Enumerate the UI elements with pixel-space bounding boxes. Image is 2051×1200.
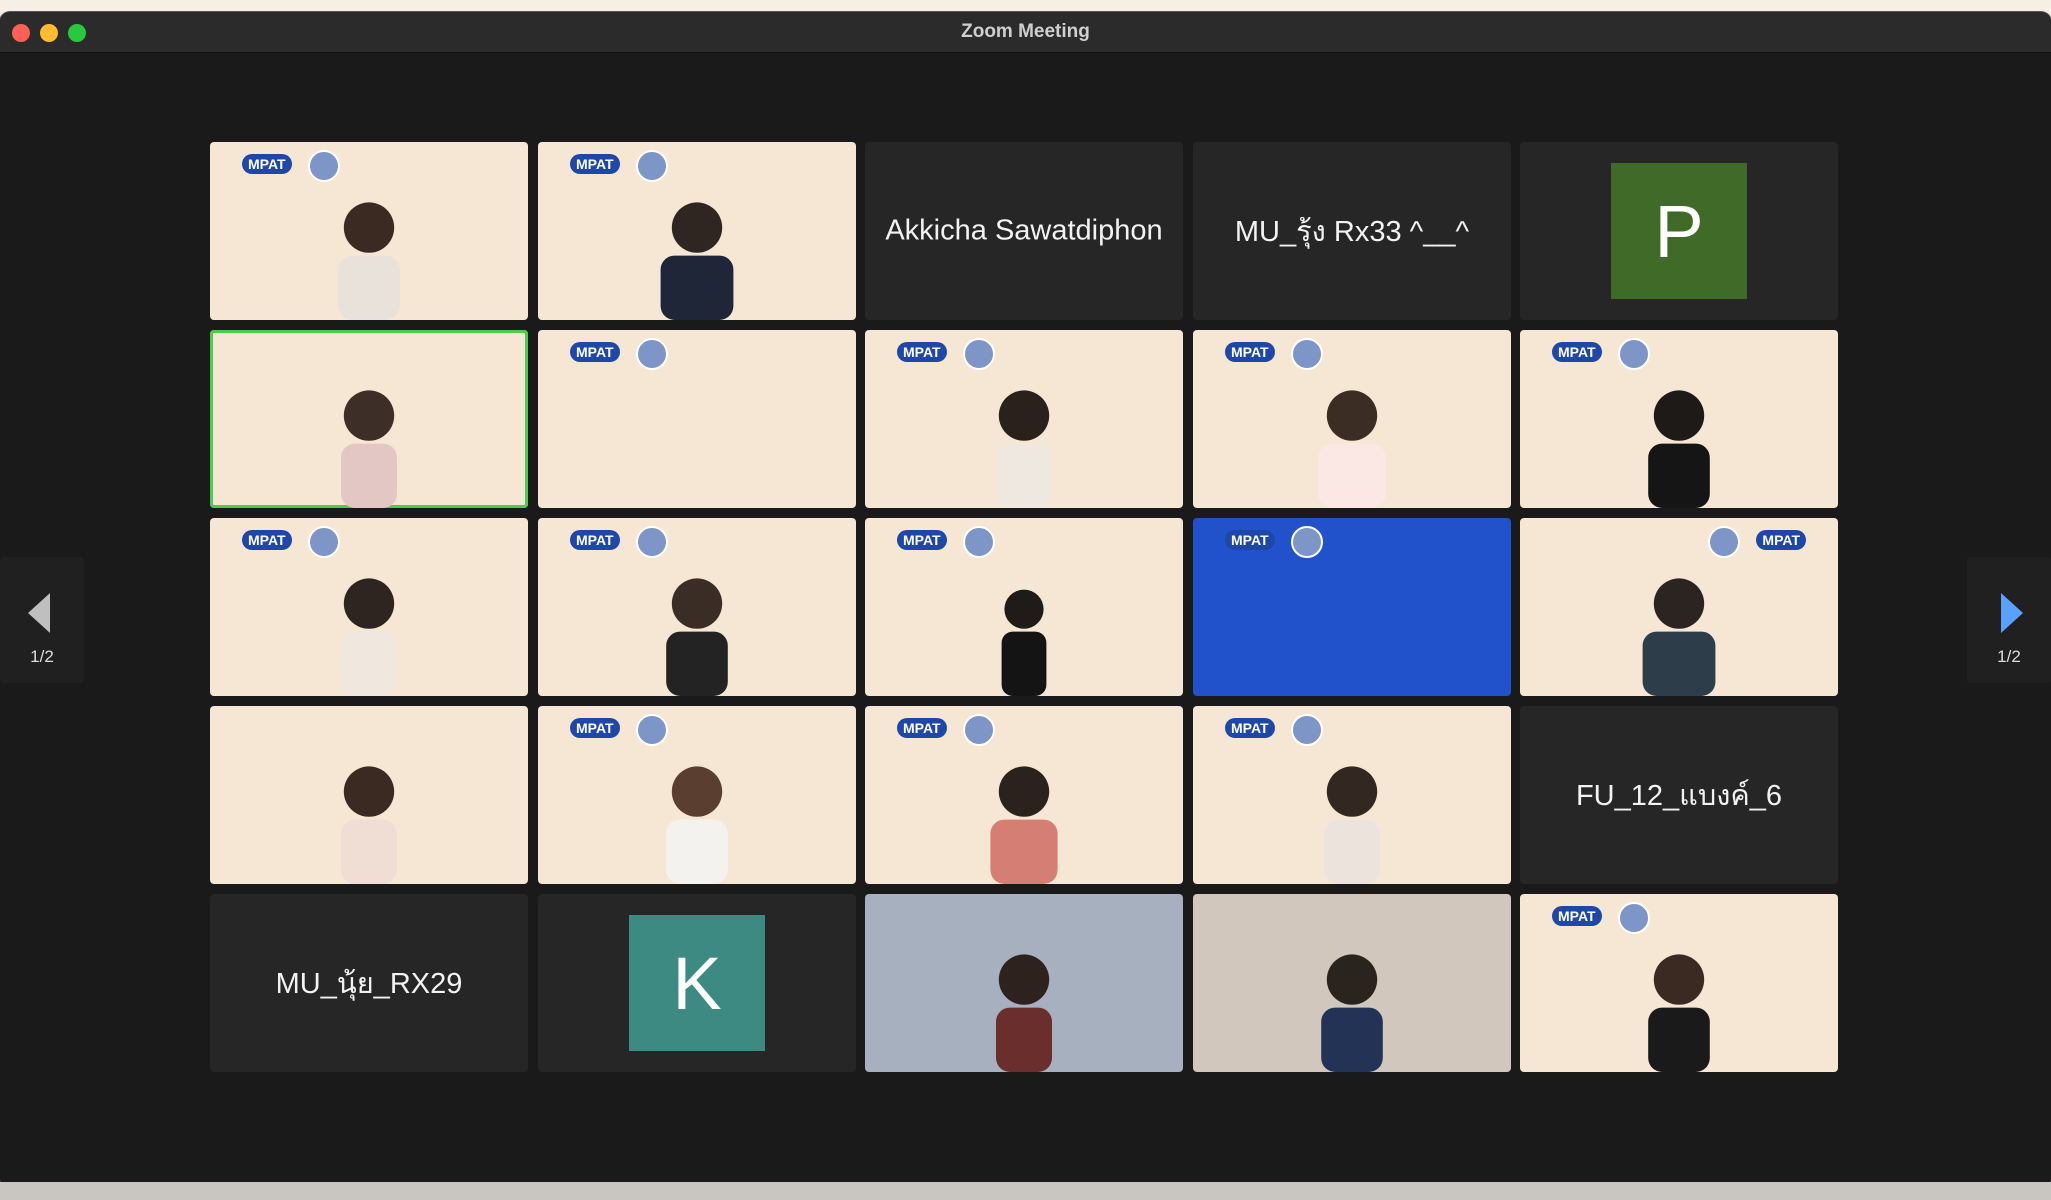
university-seal-icon xyxy=(308,526,340,558)
participant-video xyxy=(1001,589,1047,696)
university-seal-icon xyxy=(1708,526,1740,558)
participant-tile-10[interactable]: MPAT xyxy=(1520,330,1838,508)
zoom-window: Zoom Meeting 1/2 1/2 MPAT MPAT Akkicha S… xyxy=(0,12,2051,1188)
participant-name: Akkicha Sawatdiphon xyxy=(885,214,1163,247)
university-seal-icon xyxy=(1291,338,1323,370)
chevron-left-icon xyxy=(28,593,50,633)
participant-tile-14[interactable]: MPAT xyxy=(1193,518,1511,696)
participant-video xyxy=(666,766,728,884)
mpat-logo: MPAT xyxy=(570,718,620,738)
participant-video xyxy=(996,390,1052,508)
participant-tile-19[interactable]: MPAT xyxy=(1193,706,1511,884)
participant-tile-21[interactable]: MU_นุ้ย_RX29 xyxy=(210,894,528,1072)
participant-avatar: P xyxy=(1611,163,1747,299)
mpat-logo: MPAT xyxy=(242,154,292,174)
participant-video xyxy=(1321,954,1383,1072)
university-seal-icon xyxy=(1618,338,1650,370)
university-seal-icon xyxy=(963,714,995,746)
participant-tile-5[interactable]: P xyxy=(1520,142,1838,320)
participant-video xyxy=(1648,954,1710,1072)
participant-tile-17[interactable]: MPAT xyxy=(538,706,856,884)
participant-tile-20[interactable]: FU_12_แบงค์_6 xyxy=(1520,706,1838,884)
participant-tile-6[interactable] xyxy=(210,330,528,508)
participant-tile-1[interactable]: MPAT xyxy=(210,142,528,320)
participant-video xyxy=(666,578,728,696)
participant-tile-3[interactable]: Akkicha Sawatdiphon xyxy=(865,142,1183,320)
participant-tile-8[interactable]: MPAT xyxy=(865,330,1183,508)
mpat-logo: MPAT xyxy=(570,530,620,550)
mpat-logo: MPAT xyxy=(1225,530,1275,550)
participant-tile-25[interactable]: MPAT xyxy=(1520,894,1838,1072)
desktop-background-strip xyxy=(0,1182,2051,1200)
university-seal-icon xyxy=(636,150,668,182)
participant-tile-22[interactable]: K xyxy=(538,894,856,1072)
university-seal-icon xyxy=(636,338,668,370)
next-page-button[interactable]: 1/2 xyxy=(1967,557,2051,683)
mpat-logo: MPAT xyxy=(242,530,292,550)
mpat-logo: MPAT xyxy=(1552,906,1602,926)
participant-video xyxy=(1648,390,1710,508)
mpat-logo: MPAT xyxy=(570,342,620,362)
participant-tile-13[interactable]: MPAT xyxy=(865,518,1183,696)
university-seal-icon xyxy=(1291,714,1323,746)
mpat-logo: MPAT xyxy=(897,530,947,550)
page-indicator-right: 1/2 xyxy=(1997,647,2021,666)
participant-avatar: K xyxy=(629,915,765,1051)
participant-video xyxy=(1324,766,1380,884)
participant-tile-7[interactable]: MPAT xyxy=(538,330,856,508)
mpat-logo: MPAT xyxy=(1756,530,1806,550)
participant-tile-18[interactable]: MPAT xyxy=(865,706,1183,884)
mpat-logo: MPAT xyxy=(1225,718,1275,738)
chevron-right-icon xyxy=(2001,593,2023,633)
participant-video xyxy=(660,202,734,320)
mpat-logo: MPAT xyxy=(897,718,947,738)
participant-tile-9[interactable]: MPAT xyxy=(1193,330,1511,508)
participant-tile-15[interactable]: MPAT xyxy=(1520,518,1838,696)
participant-tile-24[interactable] xyxy=(1193,894,1511,1072)
participant-name: MU_นุ้ย_RX29 xyxy=(275,968,463,1000)
participant-name: MU_รุ้ง Rx33 ^__^ xyxy=(1234,216,1470,248)
participant-video xyxy=(996,954,1052,1072)
title-bar: Zoom Meeting xyxy=(0,12,2051,53)
participant-video xyxy=(1642,578,1716,696)
university-seal-icon xyxy=(963,526,995,558)
page-indicator-left: 1/2 xyxy=(30,647,54,666)
university-seal-icon xyxy=(308,150,340,182)
participant-tile-11[interactable]: MPAT xyxy=(210,518,528,696)
participant-name: FU_12_แบงค์_6 xyxy=(1575,780,1783,812)
participant-video xyxy=(1318,390,1386,508)
participant-video xyxy=(338,202,400,320)
university-seal-icon xyxy=(636,714,668,746)
mpat-logo: MPAT xyxy=(1552,342,1602,362)
system-menubar xyxy=(0,0,2051,12)
participant-tile-23[interactable] xyxy=(865,894,1183,1072)
university-seal-icon xyxy=(636,526,668,558)
participant-tile-16[interactable] xyxy=(210,706,528,884)
mpat-logo: MPAT xyxy=(897,342,947,362)
university-seal-icon xyxy=(963,338,995,370)
participant-video xyxy=(341,390,397,508)
window-title: Zoom Meeting xyxy=(961,21,1090,42)
university-seal-icon xyxy=(1291,526,1323,558)
university-seal-icon xyxy=(1618,902,1650,934)
participant-tile-2[interactable]: MPAT xyxy=(538,142,856,320)
participant-video xyxy=(341,578,397,696)
mpat-logo: MPAT xyxy=(570,154,620,174)
previous-page-button[interactable]: 1/2 xyxy=(0,557,84,683)
mpat-logo: MPAT xyxy=(1225,342,1275,362)
participant-video xyxy=(990,766,1058,884)
participant-tile-12[interactable]: MPAT xyxy=(538,518,856,696)
participant-tile-4[interactable]: MU_รุ้ง Rx33 ^__^ xyxy=(1193,142,1511,320)
participant-video xyxy=(341,766,397,884)
